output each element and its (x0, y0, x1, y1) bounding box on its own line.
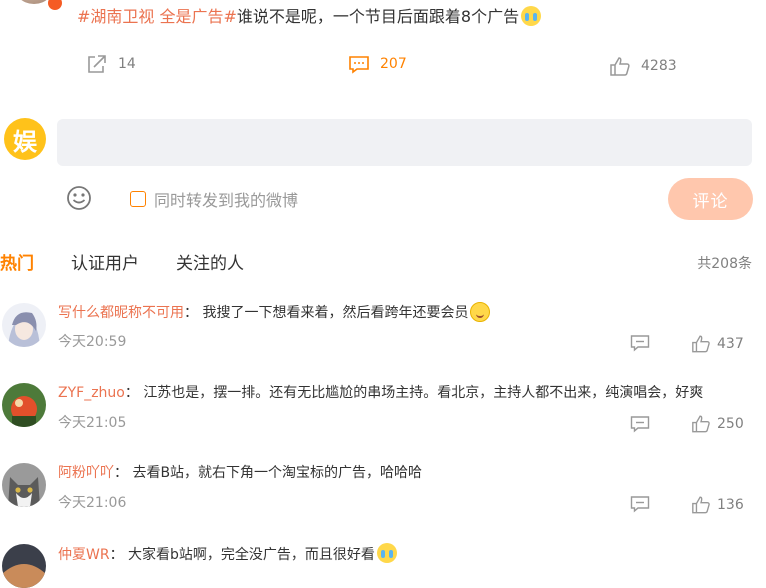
repost-checkbox[interactable] (130, 191, 146, 207)
comment-username[interactable]: 写什么都昵称不可用 (58, 305, 184, 321)
comment-avatar[interactable] (2, 463, 46, 507)
comment-tabs: 热门 认证用户 关注的人 (0, 249, 281, 274)
comment-like-count: 250 (717, 415, 744, 432)
comment-separator: ： (184, 305, 198, 321)
post-text: #湖南卫视 全是广告#谁说不是呢，一个节目后面跟着8个广告 (77, 6, 542, 28)
comment-avatar[interactable] (2, 544, 46, 588)
thumbs-up-icon (692, 415, 710, 433)
comment-separator: ： (114, 465, 128, 481)
comment-icon (630, 335, 650, 352)
comment-input[interactable] (57, 119, 752, 166)
smile-emoji-icon (470, 302, 491, 322)
comment-like-button[interactable]: 136 (691, 495, 744, 514)
verified-badge-icon (46, 0, 64, 12)
reply-button[interactable] (630, 495, 650, 517)
tab-hot[interactable]: 热门 (0, 249, 34, 274)
comment-text: 仲夏WR： 大家看b站啊，完全没广告，而且很好看 (58, 543, 397, 565)
crying-emoji-icon (376, 543, 397, 563)
comment-icon (630, 416, 650, 433)
comment-icon (630, 496, 650, 513)
comment-username[interactable]: ZYF_zhuo (58, 385, 125, 401)
comment-username[interactable]: 仲夏WR (58, 547, 110, 563)
comment-like-button[interactable]: 250 (691, 414, 744, 433)
share-button[interactable]: 14 (86, 54, 136, 74)
comment-text: 阿粉吖吖： 去看B站，就右下角一个淘宝标的广告，哈哈哈 (58, 463, 422, 483)
comment-body: 我搜了一下想看来着，然后看跨年还要会员 (202, 305, 469, 321)
tab-following[interactable]: 关注的人 (176, 249, 244, 274)
comment-text: 写什么都昵称不可用： 我搜了一下想看来着，然后看跨年还要会员 (58, 302, 491, 323)
comment-avatar[interactable] (2, 303, 46, 347)
comment-avatar[interactable] (2, 383, 46, 427)
comment-separator: ： (124, 385, 139, 401)
comment-body: 大家看b站啊，完全没广告，而且很好看 (128, 547, 375, 563)
submit-comment-button[interactable]: 评论 (668, 178, 753, 220)
like-count: 4283 (641, 58, 677, 74)
repost-label: 同时转发到我的微博 (154, 191, 299, 210)
comment-time: 今天21:05 (58, 415, 127, 431)
comment-text: ZYF_zhuo： 江苏也是，摆一排。还有无比尴尬的串场主持。看北京，主持人都不… (58, 383, 703, 403)
repost-option[interactable]: 同时转发到我的微博 (130, 187, 298, 211)
post-hashtag-link[interactable]: #湖南卫视 全是广告# (77, 7, 237, 26)
thumbs-up-icon (692, 335, 710, 353)
crying-emoji-icon (521, 6, 542, 26)
smiley-icon (67, 186, 91, 210)
comment-count: 207 (380, 56, 407, 72)
comment-separator: ： (109, 547, 124, 563)
reply-button[interactable] (630, 334, 650, 356)
comment-like-count: 136 (717, 496, 744, 513)
thumbs-up-icon (610, 57, 630, 76)
share-count: 14 (118, 56, 136, 72)
comment-body: 江苏也是，摆一排。还有无比尴尬的串场主持。看北京，主持人都不出来，纯演唱会，好爽 (143, 385, 704, 401)
comment-time: 今天21:06 (58, 495, 127, 511)
thumbs-up-icon (692, 496, 710, 514)
comment-icon (349, 56, 369, 74)
comment-username[interactable]: 阿粉吖吖 (58, 465, 114, 481)
post-body: 谁说不是呢，一个节目后面跟着8个广告 (236, 7, 520, 26)
logo-char: 娱 (4, 118, 46, 160)
like-button[interactable]: 4283 (609, 56, 677, 76)
tab-verified[interactable]: 认证用户 (71, 249, 139, 274)
reply-button[interactable] (630, 415, 650, 437)
comment-button[interactable]: 207 (348, 54, 407, 74)
share-icon (88, 55, 106, 73)
comment-total: 共208条 (697, 256, 752, 272)
comment-body: 去看B站，就右下角一个淘宝标的广告，哈哈哈 (132, 465, 423, 481)
emoji-picker-button[interactable] (66, 185, 92, 215)
comment-like-button[interactable]: 437 (691, 334, 744, 353)
comment-time: 今天20:59 (58, 334, 127, 350)
user-logo-avatar: 娱 (3, 117, 47, 161)
comment-like-count: 437 (717, 335, 744, 352)
